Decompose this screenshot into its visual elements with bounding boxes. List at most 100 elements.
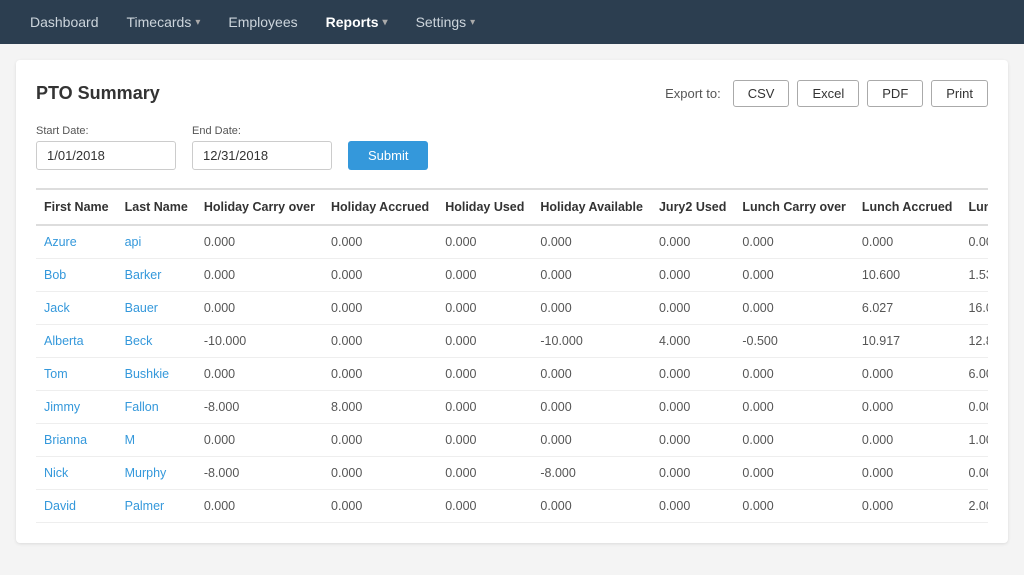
data-cell: 0.000 xyxy=(734,424,854,457)
data-cell: 0.000 xyxy=(734,490,854,523)
last-name-cell[interactable]: Murphy xyxy=(117,457,196,490)
data-cell: 0.000 xyxy=(734,391,854,424)
data-cell: 0.000 xyxy=(196,490,323,523)
start-date-label: Start Date: xyxy=(36,125,176,137)
submit-button[interactable]: Submit xyxy=(348,141,428,170)
table-row: AlbertaBeck-10.0000.0000.000-10.0004.000… xyxy=(36,325,988,358)
data-cell: 0.000 xyxy=(437,424,532,457)
date-form: Start Date: End Date: Submit xyxy=(36,125,988,170)
table-body: Azureapi0.0000.0000.0000.0000.0000.0000.… xyxy=(36,225,988,523)
data-cell: 0.000 xyxy=(854,424,961,457)
table-row: NickMurphy-8.0000.0000.000-8.0000.0000.0… xyxy=(36,457,988,490)
table-header-row: First NameLast NameHoliday Carry overHol… xyxy=(36,189,988,225)
data-cell: 12.833 xyxy=(960,325,988,358)
last-name-cell[interactable]: api xyxy=(117,225,196,259)
first-name-cell[interactable]: Tom xyxy=(36,358,117,391)
pto-table: First NameLast NameHoliday Carry overHol… xyxy=(36,188,988,523)
data-cell: 0.000 xyxy=(532,225,651,259)
data-cell: 4.000 xyxy=(651,325,734,358)
data-cell: 1.000 xyxy=(960,424,988,457)
col-header-first-name: First Name xyxy=(36,189,117,225)
end-date-input[interactable] xyxy=(192,141,332,170)
table-row: JimmyFallon-8.0008.0000.0000.0000.0000.0… xyxy=(36,391,988,424)
data-cell: 16.000 xyxy=(960,292,988,325)
nav-item-settings[interactable]: Settings ▾ xyxy=(402,0,490,44)
data-cell: 10.917 xyxy=(854,325,961,358)
data-cell: 0.000 xyxy=(651,424,734,457)
data-cell: 0.000 xyxy=(854,391,961,424)
export-csv-button[interactable]: CSV xyxy=(733,80,790,107)
last-name-cell[interactable]: Bushkie xyxy=(117,358,196,391)
table-row: JackBauer0.0000.0000.0000.0000.0000.0006… xyxy=(36,292,988,325)
nav-item-dashboard[interactable]: Dashboard xyxy=(16,0,113,44)
data-cell: 0.000 xyxy=(651,457,734,490)
chevron-down-icon: ▾ xyxy=(195,17,200,28)
first-name-cell[interactable]: Brianna xyxy=(36,424,117,457)
data-cell: 0.000 xyxy=(437,457,532,490)
data-cell: 0.000 xyxy=(532,391,651,424)
data-cell: 8.000 xyxy=(323,391,437,424)
data-cell: 0.000 xyxy=(651,292,734,325)
table-row: DavidPalmer0.0000.0000.0000.0000.0000.00… xyxy=(36,490,988,523)
first-name-cell[interactable]: Jack xyxy=(36,292,117,325)
data-cell: 0.000 xyxy=(437,292,532,325)
pto-table-wrap: First NameLast NameHoliday Carry overHol… xyxy=(36,188,988,523)
last-name-cell[interactable]: Beck xyxy=(117,325,196,358)
data-cell: 0.000 xyxy=(323,292,437,325)
main-content: PTO Summary Export to: CSVExcelPDFPrint … xyxy=(16,60,1008,543)
data-cell: -8.000 xyxy=(196,457,323,490)
data-cell: 0.000 xyxy=(323,424,437,457)
last-name-cell[interactable]: Barker xyxy=(117,259,196,292)
start-date-group: Start Date: xyxy=(36,125,176,170)
data-cell: 6.000 xyxy=(960,358,988,391)
first-name-cell[interactable]: Nick xyxy=(36,457,117,490)
data-cell: 0.000 xyxy=(437,259,532,292)
table-header: First NameLast NameHoliday Carry overHol… xyxy=(36,189,988,225)
table-row: BriannaM0.0000.0000.0000.0000.0000.0000.… xyxy=(36,424,988,457)
first-name-cell[interactable]: Jimmy xyxy=(36,391,117,424)
main-nav: DashboardTimecards ▾EmployeesReports ▾Se… xyxy=(0,0,1024,44)
first-name-cell[interactable]: Alberta xyxy=(36,325,117,358)
data-cell: 0.000 xyxy=(960,391,988,424)
nav-item-reports[interactable]: Reports ▾ xyxy=(312,0,402,44)
data-cell: 0.000 xyxy=(196,225,323,259)
data-cell: 0.000 xyxy=(651,225,734,259)
data-cell: 0.000 xyxy=(854,225,961,259)
start-date-input[interactable] xyxy=(36,141,176,170)
data-cell: 0.000 xyxy=(323,259,437,292)
data-cell: 0.000 xyxy=(532,292,651,325)
data-cell: 0.000 xyxy=(651,490,734,523)
export-row: Export to: CSV Excel PDF Print xyxy=(665,80,988,107)
data-cell: 0.000 xyxy=(651,259,734,292)
data-cell: 0.000 xyxy=(734,358,854,391)
first-name-cell[interactable]: David xyxy=(36,490,117,523)
export-label: Export to: xyxy=(665,86,721,101)
chevron-down-icon: ▾ xyxy=(383,17,388,28)
last-name-cell[interactable]: Palmer xyxy=(117,490,196,523)
export-pdf-button[interactable]: PDF xyxy=(867,80,923,107)
last-name-cell[interactable]: M xyxy=(117,424,196,457)
col-header-holiday-used: Holiday Used xyxy=(437,189,532,225)
data-cell: 0.000 xyxy=(651,391,734,424)
end-date-label: End Date: xyxy=(192,125,332,137)
data-cell: 0.000 xyxy=(532,424,651,457)
data-cell: -8.000 xyxy=(532,457,651,490)
export-excel-button[interactable]: Excel xyxy=(797,80,859,107)
nav-item-employees[interactable]: Employees xyxy=(214,0,311,44)
data-cell: 0.000 xyxy=(960,457,988,490)
last-name-cell[interactable]: Bauer xyxy=(117,292,196,325)
page-header: PTO Summary Export to: CSV Excel PDF Print xyxy=(36,80,988,107)
col-header-jury2-used: Jury2 Used xyxy=(651,189,734,225)
col-header-last-name: Last Name xyxy=(117,189,196,225)
first-name-cell[interactable]: Bob xyxy=(36,259,117,292)
data-cell: 1.534 xyxy=(960,259,988,292)
page-title: PTO Summary xyxy=(36,83,160,104)
data-cell: -10.000 xyxy=(196,325,323,358)
col-header-lunch-carry-over: Lunch Carry over xyxy=(734,189,854,225)
nav-item-timecards[interactable]: Timecards ▾ xyxy=(113,0,215,44)
data-cell: 0.000 xyxy=(651,358,734,391)
export-print-button[interactable]: Print xyxy=(931,80,988,107)
last-name-cell[interactable]: Fallon xyxy=(117,391,196,424)
first-name-cell[interactable]: Azure xyxy=(36,225,117,259)
table-row: BobBarker0.0000.0000.0000.0000.0000.0001… xyxy=(36,259,988,292)
